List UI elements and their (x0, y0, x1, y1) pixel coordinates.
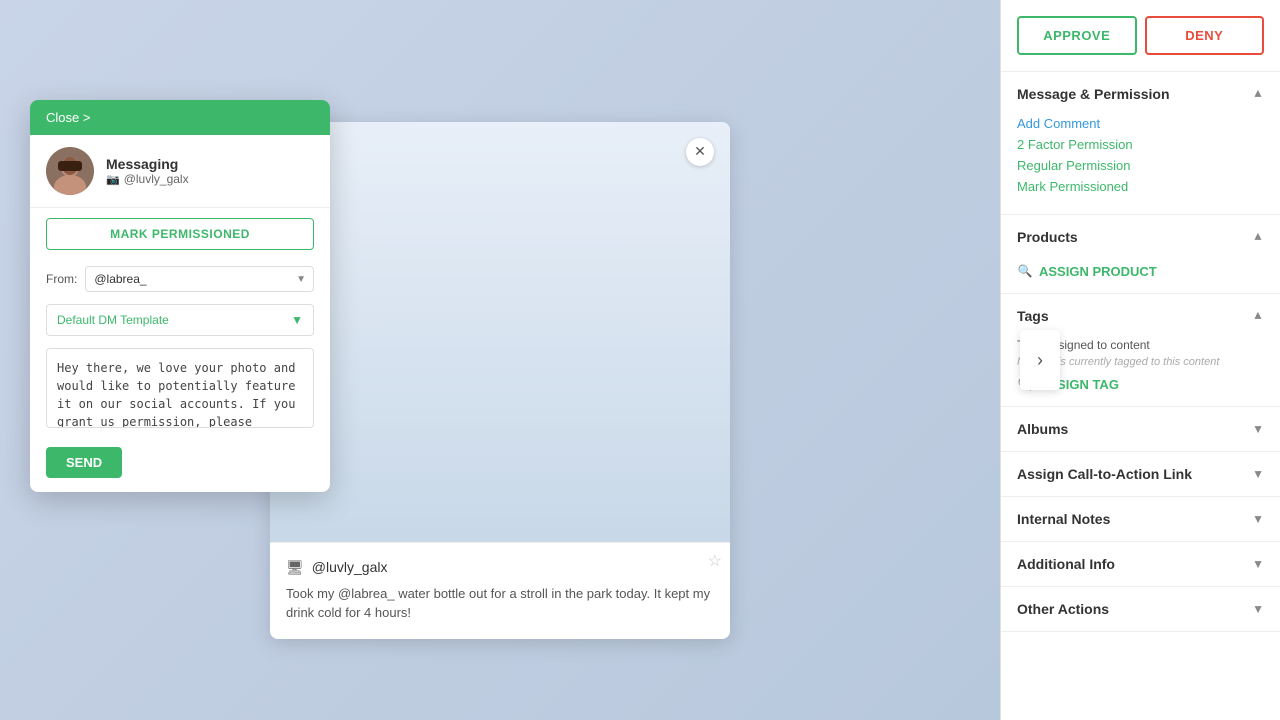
other-actions-chevron-icon: ▼ (1252, 602, 1264, 616)
other-actions-title: Other Actions (1017, 601, 1109, 617)
star-icon[interactable]: ☆ (708, 551, 722, 571)
albums-title: Albums (1017, 421, 1068, 437)
other-actions-header[interactable]: Other Actions ▼ (1001, 587, 1280, 631)
monitor-icon: 🖥 (286, 559, 304, 576)
cta-chevron-icon: ▼ (1252, 467, 1264, 481)
template-label: Default DM Template (57, 313, 169, 327)
cta-section: Assign Call-to-Action Link ▼ (1001, 452, 1280, 497)
additional-info-section: Additional Info ▼ (1001, 542, 1280, 587)
content-image: ✕ (270, 122, 730, 542)
close-button[interactable]: Close > (46, 110, 90, 125)
internal-notes-chevron-icon: ▼ (1252, 512, 1264, 526)
popup-user-info: Messaging 📷 @luvly_galx (106, 156, 189, 186)
message-permission-title: Message & Permission (1017, 86, 1170, 102)
tags-chevron-icon: ▼ (1252, 309, 1264, 323)
content-caption: Took my @labrea_ water bottle out for a … (286, 584, 714, 623)
avatar (46, 147, 94, 195)
message-textarea[interactable] (46, 348, 314, 428)
instagram-icon: 📷 (106, 173, 120, 186)
albums-header[interactable]: Albums ▼ (1001, 407, 1280, 451)
action-buttons: APPROVE DENY (1001, 0, 1280, 72)
internal-notes-header[interactable]: Internal Notes ▼ (1001, 497, 1280, 541)
template-chevron-icon: ▼ (291, 313, 303, 327)
assign-product-link[interactable]: 🔍 ASSIGN PRODUCT (1017, 263, 1264, 279)
content-username: @luvly_galx (312, 559, 388, 575)
main-area: Close > Messaging 📷 @luvly_galx M (0, 0, 1000, 720)
two-factor-permission-link[interactable]: 2 Factor Permission (1017, 137, 1264, 152)
image-close-button[interactable]: ✕ (686, 138, 714, 166)
assign-product-icon: 🔍 (1017, 263, 1033, 279)
message-permission-chevron-icon: ▼ (1252, 87, 1264, 101)
message-permission-content: Add Comment 2 Factor Permission Regular … (1001, 116, 1280, 214)
additional-info-header[interactable]: Additional Info ▼ (1001, 542, 1280, 586)
products-chevron-icon: ▼ (1252, 230, 1264, 244)
username-row: 🖥 @luvly_galx (286, 559, 714, 576)
deny-button[interactable]: DENY (1145, 16, 1265, 55)
mark-permissioned-button[interactable]: MARK PERMISSIONED (46, 218, 314, 250)
additional-info-chevron-icon: ▼ (1252, 557, 1264, 571)
tags-title: Tags (1017, 308, 1049, 324)
regular-permission-link[interactable]: Regular Permission (1017, 158, 1264, 173)
products-header[interactable]: Products ▼ (1001, 215, 1280, 259)
albums-chevron-icon: ▼ (1252, 422, 1264, 436)
products-section: Products ▼ 🔍 ASSIGN PRODUCT (1001, 215, 1280, 294)
from-select[interactable]: @labrea_ (85, 266, 314, 292)
products-content: 🔍 ASSIGN PRODUCT (1001, 263, 1280, 293)
content-footer: 🖥 @luvly_galx Took my @labrea_ water bot… (270, 542, 730, 639)
from-select-wrapper: @labrea_ ▼ (85, 266, 314, 292)
message-permission-section: Message & Permission ▼ Add Comment 2 Fac… (1001, 72, 1280, 215)
from-row: From: @labrea_ ▼ (30, 260, 330, 298)
template-select[interactable]: Default DM Template ▼ (46, 304, 314, 336)
send-button[interactable]: SEND (46, 447, 122, 478)
mark-permissioned-link[interactable]: Mark Permissioned (1017, 179, 1264, 194)
cta-header[interactable]: Assign Call-to-Action Link ▼ (1001, 452, 1280, 496)
image-background (270, 122, 730, 542)
internal-notes-title: Internal Notes (1017, 511, 1110, 527)
other-actions-section: Other Actions ▼ (1001, 587, 1280, 632)
next-arrow-button[interactable]: › (1020, 330, 1060, 390)
internal-notes-section: Internal Notes ▼ (1001, 497, 1280, 542)
message-permission-header[interactable]: Message & Permission ▼ (1001, 72, 1280, 116)
albums-section: Albums ▼ (1001, 407, 1280, 452)
add-comment-link[interactable]: Add Comment (1017, 116, 1264, 131)
popup-header: Close > (30, 100, 330, 135)
popup-user-row: Messaging 📷 @luvly_galx (30, 135, 330, 208)
products-title: Products (1017, 229, 1078, 245)
messaging-handle: 📷 @luvly_galx (106, 172, 189, 186)
content-card: ✕ 🖥 @luvly_galx Took my @labrea_ water b… (270, 122, 730, 639)
cta-title: Assign Call-to-Action Link (1017, 466, 1192, 482)
from-label: From: (46, 272, 77, 286)
messaging-title: Messaging (106, 156, 189, 172)
additional-info-title: Additional Info (1017, 556, 1115, 572)
approve-button[interactable]: APPROVE (1017, 16, 1137, 55)
messaging-popup: Close > Messaging 📷 @luvly_galx M (30, 100, 330, 492)
